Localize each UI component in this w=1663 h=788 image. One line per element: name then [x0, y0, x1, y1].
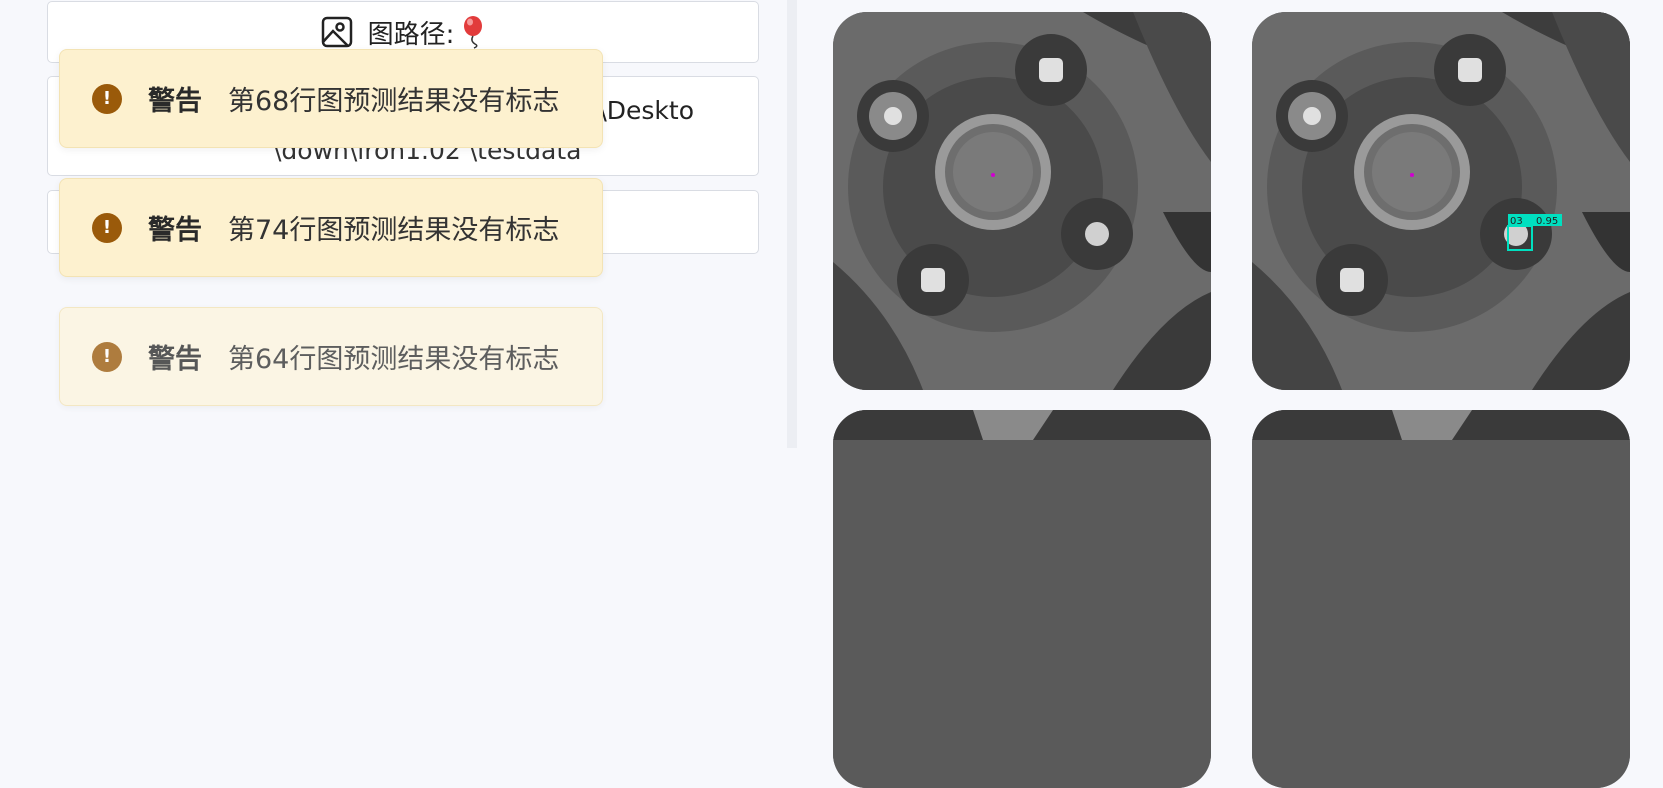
warning-icon: ! — [92, 212, 122, 243]
toast-message: 第64行图预测结果没有标志 — [228, 344, 560, 375]
toast-message: 第74行图预测结果没有标志 — [228, 215, 560, 246]
toast-title: 警告 — [148, 215, 202, 246]
toast-title: 警告 — [148, 344, 202, 375]
image-icon — [321, 16, 352, 48]
result-image[interactable] — [833, 12, 1211, 390]
left-panel: 图路径: tor\Deskto \down\iron1.02 \testdata… — [0, 0, 787, 448]
warning-toast[interactable]: ! 警告 第64行图预测结果没有标志 — [59, 307, 603, 406]
result-image[interactable] — [833, 410, 1211, 788]
image-gallery: 03 0.95 — [797, 0, 1663, 788]
balloon-icon — [464, 16, 483, 49]
warning-toast[interactable]: ! 警告 第74行图预测结果没有标志 — [59, 178, 603, 277]
image-path-label: 图路径: — [367, 19, 455, 50]
result-image[interactable] — [1252, 410, 1630, 788]
warning-icon: ! — [92, 341, 122, 372]
result-image[interactable]: 03 0.95 — [1252, 12, 1630, 390]
detection-score: 0.95 — [1536, 216, 1558, 227]
warning-toast[interactable]: ! 警告 第68行图预测结果没有标志 — [59, 49, 603, 148]
toast-title: 警告 — [148, 86, 202, 117]
toast-message: 第68行图预测结果没有标志 — [228, 86, 560, 117]
detection-label: 03 — [1510, 216, 1523, 227]
warning-icon: ! — [92, 83, 122, 114]
panel-divider[interactable] — [787, 0, 797, 448]
